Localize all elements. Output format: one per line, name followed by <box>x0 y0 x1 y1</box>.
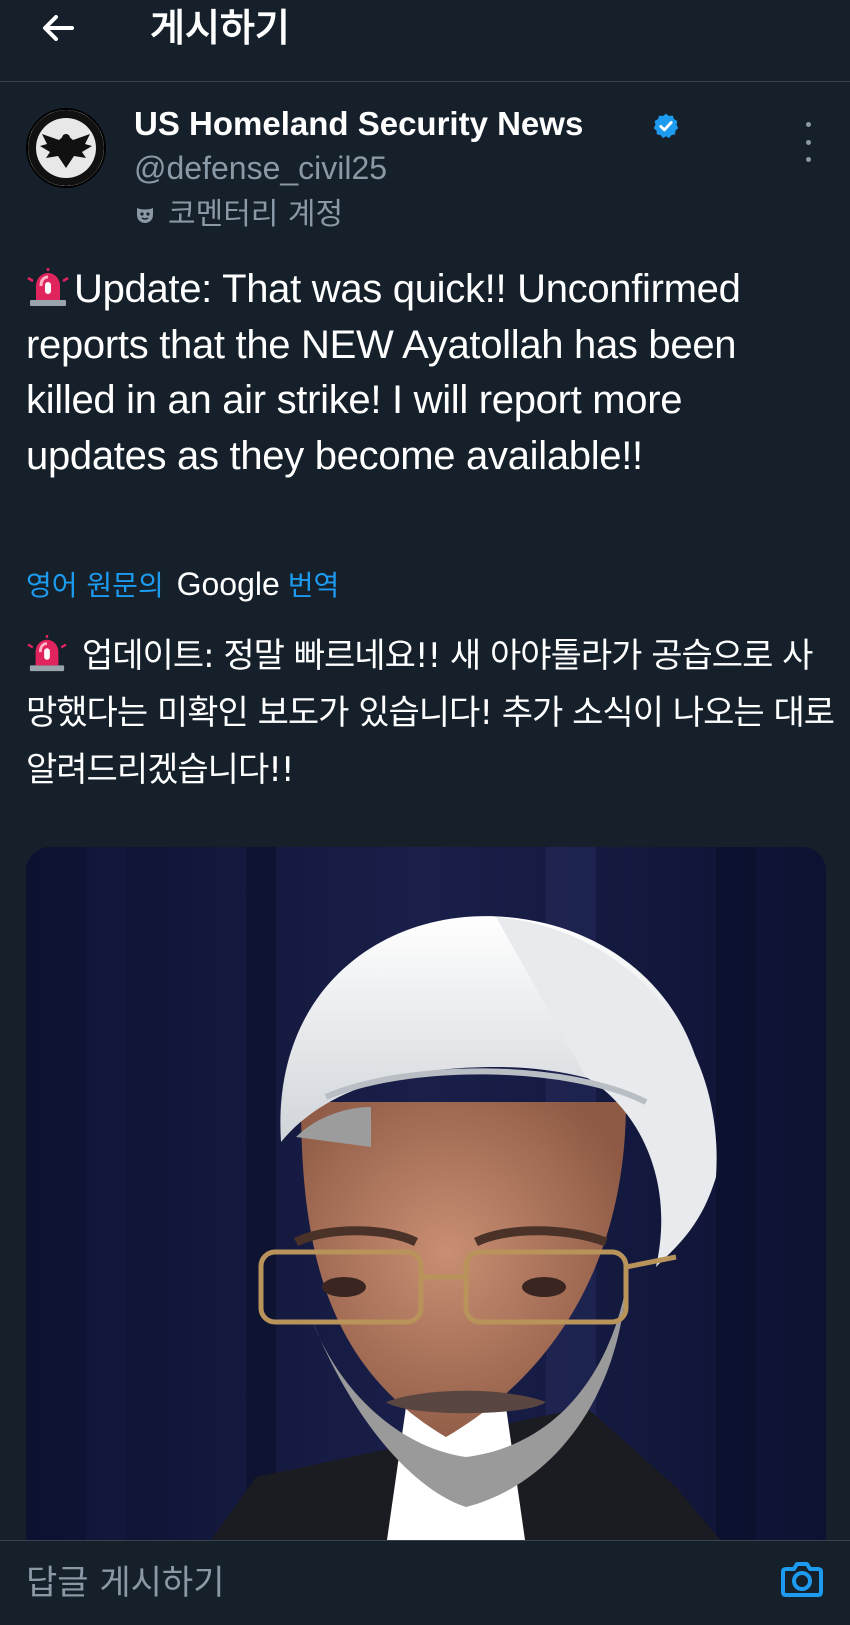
translation-suffix: 번역 <box>287 569 340 602</box>
eagle-logo-icon <box>28 110 104 186</box>
more-vertical-icon <box>805 122 811 127</box>
tweet-text: Update: That was quick!! Unconfirmed rep… <box>26 262 826 484</box>
translation-prefix: 영어 원문의 <box>26 569 164 602</box>
arrow-left-icon <box>43 15 74 41</box>
account-label: 코멘터리 계정 <box>134 196 343 234</box>
page-title: 게시하기 <box>150 6 290 50</box>
verified-badge-icon <box>653 113 679 139</box>
translated-text-body: 업데이트: 정말 빠르네요!! 새 아야톨라가 공습으로 사망했다는 미확인 보… <box>26 636 835 790</box>
reply-input[interactable]: 답글 게시하기 <box>26 1541 726 1613</box>
police-siren-emoji <box>27 635 67 672</box>
camera-icon[interactable] <box>778 1555 826 1603</box>
back-button[interactable] <box>30 0 86 56</box>
top-bar: 게시하기 <box>0 0 850 82</box>
more-options-button[interactable] <box>796 122 820 162</box>
translated-text: 업데이트: 정말 빠르네요!! 새 아야톨라가 공습으로 사망했다는 미확인 보… <box>26 628 836 799</box>
google-logo: Google <box>176 566 280 602</box>
tweet-text-body: Update: That was quick!! Unconfirmed rep… <box>26 267 741 478</box>
portrait-photo <box>26 847 826 1547</box>
author-display-name[interactable]: US Homeland Security News <box>134 104 583 144</box>
account-label-text: 코멘터리 계정 <box>168 197 344 232</box>
tweet-image[interactable] <box>26 847 826 1547</box>
avatar[interactable] <box>26 108 106 188</box>
police-siren-emoji <box>27 268 69 306</box>
author-handle[interactable]: @defense_civil25 <box>134 149 387 187</box>
translation-attribution[interactable]: 영어 원문의 Google 번역 <box>26 565 339 605</box>
reply-bar: 답글 게시하기 <box>0 1540 850 1612</box>
theater-mask-icon <box>137 208 153 223</box>
